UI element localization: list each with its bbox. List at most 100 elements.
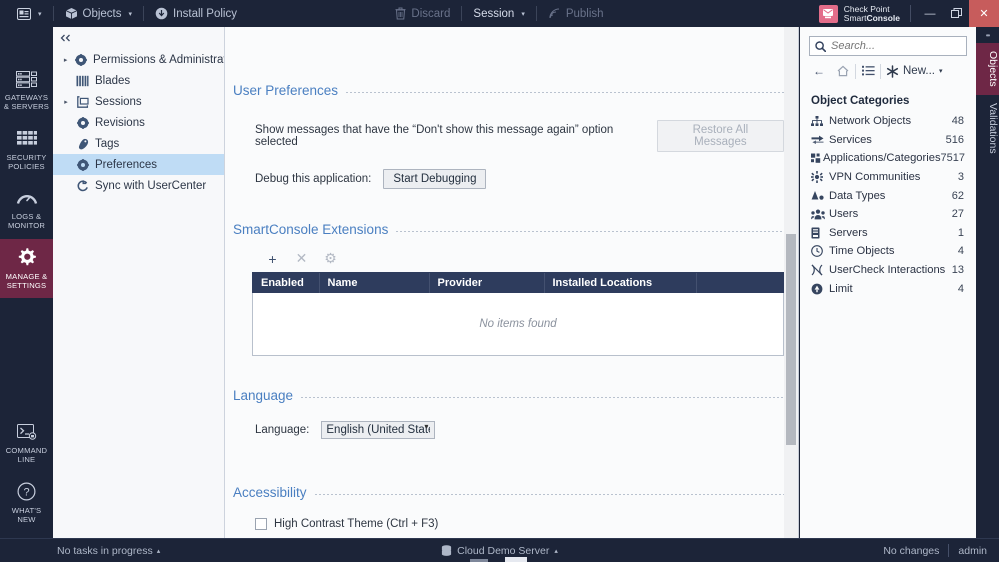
close-button[interactable]: ✕: [969, 0, 999, 27]
remove-extension-icon[interactable]: ✕: [287, 248, 316, 269]
servers-icon: [16, 69, 37, 89]
objects-caret-icon: ▾: [128, 10, 133, 18]
column-name[interactable]: Name: [319, 273, 430, 293]
new-object-caret-icon: ▾: [938, 68, 943, 75]
search-input[interactable]: [831, 40, 974, 52]
category-row-servers[interactable]: Servers 1: [800, 224, 976, 243]
minimize-button[interactable]: —: [917, 0, 943, 27]
tasks-status-button[interactable]: No tasks in progress ▴: [0, 545, 160, 557]
nav-item-sync-with-usercenter[interactable]: Sync with UserCenter: [53, 175, 224, 196]
svg-text:?: ?: [23, 487, 29, 499]
extensions-table: Enabled Name Provider Installed Location…: [253, 273, 783, 293]
rail-item-logs-monitor[interactable]: LOGS & MONITOR: [0, 179, 53, 239]
rail-item-manage-settings[interactable]: MANAGE & SETTINGS: [0, 238, 53, 298]
rail-label-logs-monitor: LOGS & MONITOR: [7, 212, 46, 231]
server-icon: [811, 227, 829, 239]
server-label[interactable]: Cloud Demo Server: [457, 545, 549, 557]
category-count: 1: [957, 226, 964, 239]
nav-item-blades[interactable]: Blades: [53, 70, 224, 91]
add-extension-icon[interactable]: +: [258, 248, 287, 269]
language-select-wrap: English (United States): [321, 420, 436, 439]
changes-label: No changes: [883, 544, 940, 557]
sync-icon: [75, 179, 90, 192]
category-row-users[interactable]: Users 27: [800, 205, 976, 224]
nav-item-preferences[interactable]: Preferences: [53, 154, 224, 175]
back-arrow-icon[interactable]: ←: [807, 61, 831, 81]
content-scrollbar-thumb[interactable]: [786, 234, 796, 445]
extension-settings-icon[interactable]: ⚙: [316, 248, 345, 269]
language-label: Language:: [255, 423, 310, 436]
category-row-limit[interactable]: Limit 4: [800, 279, 976, 298]
limit-icon: [811, 283, 829, 295]
center-divider-2: [535, 6, 537, 21]
gear-icon: [74, 53, 88, 66]
rail-item-security-policies[interactable]: SECURITY POLICIES: [0, 120, 53, 180]
section-rule: [346, 91, 784, 93]
column-installed-locations[interactable]: Installed Locations: [544, 273, 697, 293]
category-row-vpn-communities[interactable]: VPN Communities 3: [800, 168, 976, 187]
new-object-button[interactable]: New... ▾: [881, 63, 947, 80]
extensions-table-header-row: Enabled Name Provider Installed Location…: [253, 273, 783, 293]
nav-label: Sessions: [95, 95, 142, 108]
sessions-icon: [75, 95, 90, 108]
server-caret-icon[interactable]: ▴: [554, 547, 558, 555]
tab-objects[interactable]: Objects: [976, 43, 999, 95]
category-row-services[interactable]: Services 516: [800, 131, 976, 150]
rail-item-gateways-servers[interactable]: GATEWAYS & SERVERS: [0, 60, 53, 120]
nav-item-sessions[interactable]: ▸ Sessions: [53, 91, 224, 112]
nav-item-tags[interactable]: Tags: [53, 133, 224, 154]
category-label: Limit: [829, 282, 853, 295]
publish-button[interactable]: Publish: [541, 4, 611, 23]
category-count: 4: [957, 282, 964, 295]
section-title: Language: [233, 388, 294, 403]
restore-button[interactable]: [943, 0, 969, 27]
toolbar-divider-2: [143, 6, 145, 21]
rail-item-whats-new[interactable]: ? WHAT'S NEW: [0, 473, 53, 533]
extensions-empty-state: No items found: [252, 293, 784, 356]
apps-icon: [811, 153, 823, 164]
users-icon: [811, 209, 829, 220]
taskbar-indicator: [505, 557, 527, 562]
cube-icon: [65, 7, 78, 20]
column-provider[interactable]: Provider: [429, 273, 545, 293]
tasks-status-label: No tasks in progress: [57, 544, 153, 557]
nav-item-revisions[interactable]: Revisions: [53, 112, 224, 133]
high-contrast-checkbox[interactable]: [255, 518, 267, 530]
category-row-applications-categories[interactable]: Applications/Categories 7517: [800, 149, 976, 168]
session-button[interactable]: Session ▾: [466, 5, 531, 23]
start-debugging-button[interactable]: Start Debugging: [383, 169, 487, 189]
preferences-content: User Preferences Show messages that have…: [225, 27, 799, 538]
tab-validations[interactable]: Validations: [976, 95, 999, 162]
services-icon: [811, 134, 829, 145]
object-categories-list: Network Objects 48 Services 516 Applicat…: [800, 112, 976, 298]
extensions-table-block: + ✕ ⚙ Enabled Name Provider Installed Lo…: [230, 248, 784, 356]
category-row-time-objects[interactable]: Time Objects 4: [800, 242, 976, 261]
category-count: 48: [951, 115, 964, 128]
category-label: Data Types: [829, 189, 886, 202]
install-policy-button[interactable]: Install Policy: [148, 4, 244, 23]
nav-item-permissions-administrators[interactable]: ▸ Permissions & Administrat...: [53, 49, 224, 70]
collapse-panel-button[interactable]: [53, 27, 224, 49]
object-search-box[interactable]: [809, 36, 974, 56]
section-title: User Preferences: [233, 83, 339, 98]
restore-all-messages-button[interactable]: Restore All Messages: [656, 120, 784, 152]
home-icon[interactable]: [831, 61, 855, 81]
category-row-network-objects[interactable]: Network Objects 48: [800, 112, 976, 131]
category-label: UserCheck Interactions: [829, 264, 946, 277]
column-enabled[interactable]: Enabled: [253, 273, 320, 293]
category-row-usercheck-interactions[interactable]: UserCheck Interactions 13: [800, 261, 976, 280]
content-scrollbar[interactable]: [784, 27, 798, 538]
user-label[interactable]: admin: [958, 545, 987, 557]
list-view-icon[interactable]: [856, 61, 880, 81]
category-row-data-types[interactable]: Data Types 62: [800, 186, 976, 205]
category-count: 4: [957, 245, 964, 258]
gear-icon: [75, 158, 90, 171]
app-menu-button[interactable]: ▾: [10, 5, 49, 23]
language-select[interactable]: English (United States): [321, 421, 436, 439]
discard-button[interactable]: Discard: [388, 4, 457, 23]
rail-item-command-line[interactable]: COMMAND LINE: [0, 413, 53, 473]
primary-nav-rail-bottom: COMMAND LINE ? WHAT'S NEW: [0, 413, 53, 532]
column-extra[interactable]: [696, 273, 783, 293]
vtabs-grip-icon[interactable]: ••: [976, 27, 999, 43]
objects-menu-button[interactable]: Objects ▾: [58, 4, 140, 23]
